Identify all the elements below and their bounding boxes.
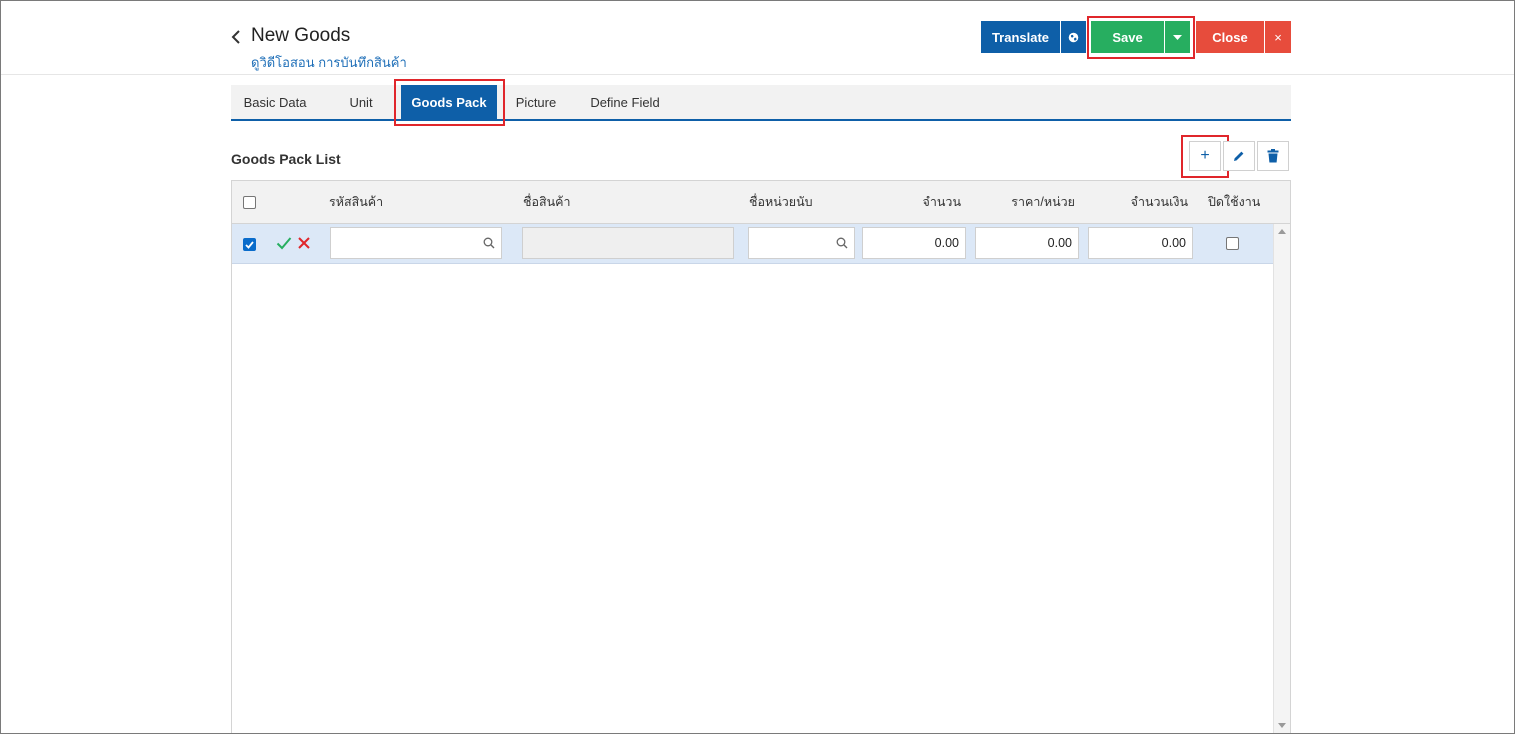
col-disabled[interactable]: ปิดใช้งาน [1208, 181, 1260, 223]
page-title: New Goods [251, 25, 351, 46]
save-button[interactable]: Save [1091, 21, 1164, 53]
globe-icon [1068, 32, 1079, 42]
tab-unit[interactable]: Unit [331, 85, 391, 119]
add-row-button[interactable]: + [1189, 141, 1221, 171]
row-select-checkbox[interactable] [243, 238, 256, 251]
table-row[interactable]: 0.00 0.00 0.00 [232, 224, 1273, 264]
scroll-down-arrow[interactable] [1278, 723, 1286, 728]
edit-button[interactable] [1223, 141, 1255, 171]
tab-picture[interactable]: Picture [507, 85, 565, 119]
app-window: New Goods ดูวิดีโอสอน การบันทึกสินค้า Tr… [0, 0, 1515, 734]
select-all-checkbox[interactable] [243, 195, 256, 209]
translate-button[interactable]: Translate [981, 21, 1060, 53]
amount-input[interactable]: 0.00 [1088, 227, 1193, 259]
language-button[interactable] [1061, 21, 1086, 53]
tab-basic-data[interactable]: Basic Data [231, 85, 319, 119]
quantity-input[interactable]: 0.00 [862, 227, 966, 259]
caret-down-icon [1173, 34, 1182, 40]
grid-header: รหัสสินค้า ชื่อสินค้า ชื่อหน่วยนับ จำนวน… [232, 181, 1290, 224]
tab-define-field[interactable]: Define Field [583, 85, 667, 119]
search-icon[interactable] [483, 237, 495, 249]
col-unit-name[interactable]: ชื่อหน่วยนับ [749, 181, 813, 223]
unit-price-input[interactable]: 0.00 [975, 227, 1079, 259]
x-icon[interactable] [297, 236, 311, 250]
col-quantity[interactable]: จำนวน [862, 181, 961, 223]
col-goods-code[interactable]: รหัสสินค้า [329, 181, 383, 223]
section-title: Goods Pack List [231, 151, 341, 167]
search-icon[interactable] [836, 237, 848, 249]
col-goods-name[interactable]: ชื่อสินค้า [523, 181, 571, 223]
goods-code-input[interactable] [330, 227, 502, 259]
delete-button[interactable] [1257, 141, 1289, 171]
col-unit-price[interactable]: ราคา/หน่วย [976, 181, 1075, 223]
goods-name-field [522, 227, 734, 259]
col-amount[interactable]: จำนวนเงิน [1089, 181, 1188, 223]
goods-pack-grid: รหัสสินค้า ชื่อสินค้า ชื่อหน่วยนับ จำนวน… [231, 180, 1291, 733]
close-x-button[interactable]: × [1265, 21, 1291, 53]
save-dropdown-button[interactable] [1165, 21, 1190, 53]
chevron-left-icon[interactable] [229, 29, 243, 45]
trash-icon [1267, 149, 1279, 163]
grid-scrollbar[interactable] [1273, 224, 1290, 733]
unit-name-input[interactable] [748, 227, 855, 259]
tab-bar: Basic Data Unit Goods Pack Picture Defin… [231, 85, 1291, 121]
check-icon[interactable] [276, 236, 292, 250]
close-button[interactable]: Close [1196, 21, 1264, 53]
pencil-icon [1234, 151, 1244, 161]
select-all-cell [243, 181, 256, 223]
header-divider [1, 74, 1514, 75]
scroll-up-arrow[interactable] [1278, 229, 1286, 234]
row-disabled-checkbox[interactable] [1226, 237, 1239, 250]
tutorial-video-link[interactable]: ดูวิดีโอสอน การบันทึกสินค้า [251, 52, 407, 73]
tab-goods-pack[interactable]: Goods Pack [401, 85, 497, 119]
